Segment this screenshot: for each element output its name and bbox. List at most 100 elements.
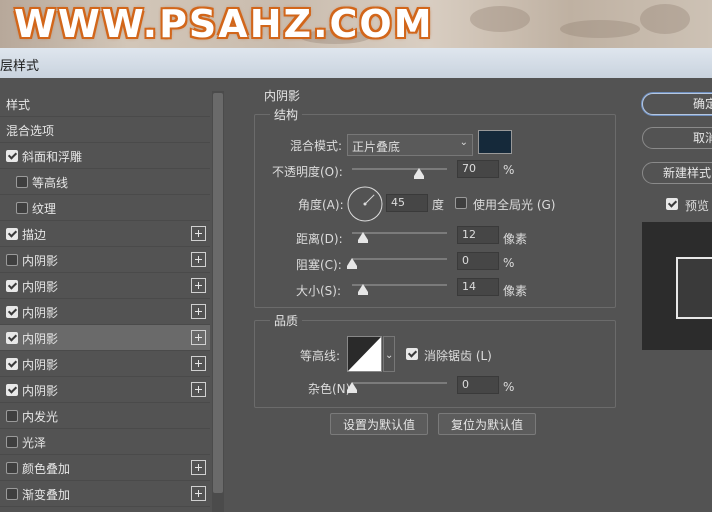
- style-list-item[interactable]: 斜面和浮雕: [0, 143, 210, 169]
- opacity-slider-track[interactable]: [352, 168, 447, 170]
- style-label: 样式: [6, 98, 31, 112]
- size-label: 大小(S):: [296, 284, 342, 298]
- preview-checkbox[interactable]: [666, 198, 678, 210]
- new-style-label: 新建样式...: [663, 166, 712, 180]
- style-checkbox[interactable]: [6, 488, 18, 500]
- style-label: 纹理: [32, 202, 57, 216]
- new-style-button[interactable]: 新建样式...: [642, 162, 712, 184]
- style-checkbox[interactable]: [6, 384, 18, 396]
- style-checkbox[interactable]: [6, 254, 18, 266]
- contour-picker[interactable]: ⌄: [347, 336, 395, 372]
- angle-dial[interactable]: [346, 185, 384, 223]
- add-effect-icon[interactable]: [191, 382, 206, 397]
- add-effect-icon[interactable]: [191, 304, 206, 319]
- style-list-item[interactable]: 样式: [0, 91, 210, 117]
- global-light-label: 使用全局光 (G): [473, 198, 556, 212]
- style-checkbox[interactable]: [6, 280, 18, 292]
- style-list-item[interactable]: 混合选项: [0, 117, 210, 143]
- watermark-text: WWW.PSAHZ.COM: [14, 2, 434, 46]
- size-unit: 像素: [503, 284, 528, 298]
- style-label: 内阴影: [22, 254, 59, 268]
- style-label: 光泽: [22, 436, 47, 450]
- add-effect-icon[interactable]: [191, 226, 206, 241]
- style-label: 渐变叠加: [22, 488, 71, 502]
- noise-input[interactable]: 0: [457, 376, 499, 394]
- add-effect-icon[interactable]: [191, 486, 206, 501]
- style-checkbox[interactable]: [6, 410, 18, 422]
- style-checkbox[interactable]: [6, 358, 18, 370]
- reset-default-button[interactable]: 复位为默认值: [438, 413, 536, 435]
- style-checkbox[interactable]: [6, 306, 18, 318]
- add-effect-icon[interactable]: [191, 356, 206, 371]
- noise-slider-handle[interactable]: [347, 382, 357, 393]
- watermark-banner: WWW.PSAHZ.COM: [0, 0, 712, 48]
- scrollbar-thumb[interactable]: [213, 93, 223, 493]
- add-effect-icon[interactable]: [191, 460, 206, 475]
- style-list-item[interactable]: 内阴影: [0, 377, 210, 403]
- blend-mode-value: 正片叠底: [352, 140, 401, 154]
- anti-alias-checkbox[interactable]: [406, 348, 418, 360]
- style-checkbox[interactable]: [6, 436, 18, 448]
- distance-unit: 像素: [503, 232, 528, 246]
- preview-box: [642, 222, 712, 350]
- dialog-title: 层样式: [0, 59, 40, 74]
- noise-unit: %: [503, 380, 515, 394]
- noise-slider-track[interactable]: [352, 382, 447, 384]
- distance-input[interactable]: 12: [457, 226, 499, 244]
- structure-title: 结构: [270, 106, 303, 123]
- style-list-item[interactable]: 纹理: [0, 195, 210, 221]
- style-list: 样式 混合选项 斜面和浮雕 等高线 纹理 描边 内阴影 内阴影 内阴影 内阴影 内阴影 内阴影 内发光光…: [0, 91, 224, 512]
- blend-mode-select[interactable]: 正片叠底 ⌄: [347, 134, 473, 156]
- style-list-item[interactable]: 内阴影: [0, 247, 210, 273]
- style-checkbox[interactable]: [6, 462, 18, 474]
- opacity-slider-handle[interactable]: [413, 168, 424, 179]
- add-effect-icon[interactable]: [191, 278, 206, 293]
- angle-input[interactable]: 45: [386, 194, 428, 212]
- blend-mode-label: 混合模式:: [290, 139, 343, 153]
- preview-label: 预览: [685, 199, 710, 213]
- chevron-down-icon: ⌄: [459, 137, 468, 148]
- choke-slider-track[interactable]: [352, 258, 447, 260]
- angle-unit: 度: [432, 198, 445, 212]
- cancel-button[interactable]: 取消: [642, 127, 712, 149]
- distance-slider-handle[interactable]: [358, 232, 369, 243]
- style-label: 内阴影: [22, 280, 59, 294]
- style-list-item[interactable]: 内阴影: [0, 299, 210, 325]
- angle-label: 角度(A):: [298, 198, 344, 212]
- ok-button[interactable]: 确定: [642, 93, 712, 115]
- choke-input[interactable]: 0: [457, 252, 499, 270]
- shadow-color-swatch[interactable]: [478, 130, 512, 154]
- style-checkbox[interactable]: [16, 202, 28, 214]
- opacity-input[interactable]: 70: [457, 160, 499, 178]
- make-default-button[interactable]: 设置为默认值: [330, 413, 428, 435]
- style-list-item[interactable]: 内阴影: [0, 325, 210, 351]
- style-label: 混合选项: [6, 124, 55, 138]
- section-title: 内阴影: [264, 89, 301, 103]
- style-list-item[interactable]: 光泽: [0, 429, 210, 455]
- style-label: 内阴影: [22, 306, 59, 320]
- style-list-item[interactable]: 内发光: [0, 403, 210, 429]
- ok-label: 确定: [693, 97, 712, 111]
- size-slider-handle[interactable]: [358, 284, 369, 295]
- style-label: 描边: [22, 228, 47, 242]
- style-checkbox[interactable]: [6, 332, 18, 344]
- anti-alias-label: 消除锯齿 (L): [424, 349, 492, 363]
- add-effect-icon[interactable]: [191, 330, 206, 345]
- global-light-checkbox[interactable]: [455, 197, 467, 209]
- add-effect-icon[interactable]: [191, 252, 206, 267]
- dialog-titlebar[interactable]: 层样式: [0, 48, 712, 78]
- style-list-item[interactable]: 内阴影: [0, 351, 210, 377]
- style-list-item[interactable]: 颜色叠加: [0, 455, 210, 481]
- opacity-label: 不透明度(O):: [272, 165, 343, 179]
- choke-slider-handle[interactable]: [347, 258, 357, 269]
- style-list-item[interactable]: 渐变叠加: [0, 481, 210, 507]
- style-list-item[interactable]: 内阴影: [0, 273, 210, 299]
- opacity-unit: %: [503, 163, 515, 177]
- style-checkbox[interactable]: [6, 228, 18, 240]
- style-list-item[interactable]: 描边: [0, 221, 210, 247]
- style-checkbox[interactable]: [6, 150, 18, 162]
- quality-title: 品质: [270, 312, 303, 329]
- style-checkbox[interactable]: [16, 176, 28, 188]
- size-input[interactable]: 14: [457, 278, 499, 296]
- style-list-item[interactable]: 等高线: [0, 169, 210, 195]
